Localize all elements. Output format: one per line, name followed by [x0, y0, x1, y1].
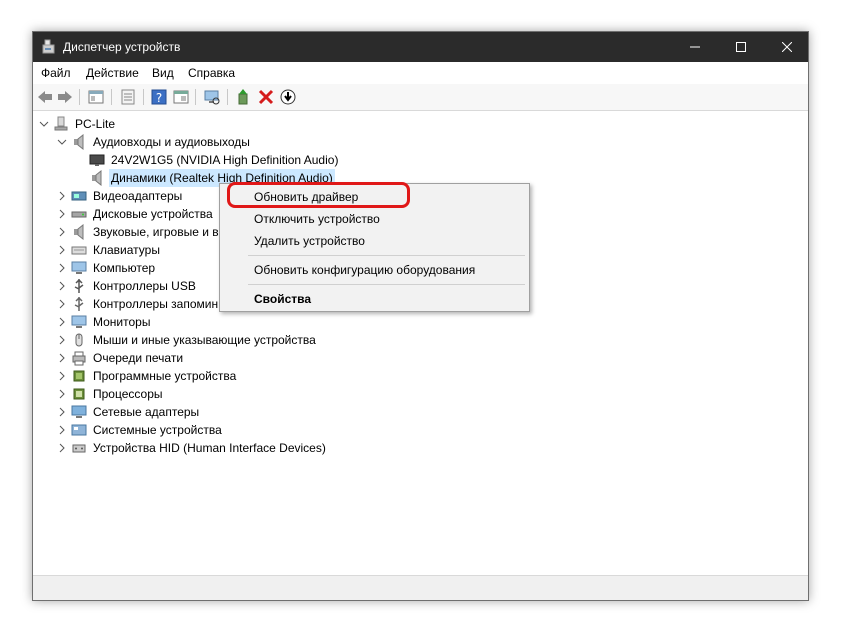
chevron-right-icon[interactable]	[57, 223, 67, 241]
device-manager-window: Диспетчер устройств Файл Действие Вид Сп…	[32, 31, 809, 601]
system-device-icon	[71, 424, 87, 436]
help-icon[interactable]: ?	[150, 88, 168, 106]
audio-io-icon	[74, 134, 84, 150]
toolbar: ?	[33, 84, 808, 111]
tree-category-label: Сетевые адаптеры	[93, 405, 200, 419]
chevron-right-icon[interactable]	[57, 421, 67, 439]
speaker-icon	[92, 170, 102, 186]
menu-view[interactable]: Вид	[152, 66, 174, 80]
update-driver-highlight	[227, 182, 410, 208]
tree-category-label: Дисковые устройства	[93, 207, 213, 221]
chevron-right-icon[interactable]	[57, 205, 67, 223]
chevron-right-icon[interactable]	[57, 331, 67, 349]
context-separator	[248, 255, 525, 256]
chevron-right-icon[interactable]	[57, 367, 67, 385]
tree-category-label: Контроллеры USB	[93, 279, 196, 293]
hid-icon	[72, 444, 86, 453]
device-manager-icon	[42, 39, 55, 54]
toolbar-separator	[79, 89, 80, 105]
context-uninstall-device[interactable]: Удалить устройство	[254, 231, 365, 251]
uninstall-x-icon[interactable]	[257, 88, 275, 106]
tree-root-label: PC-Lite	[75, 117, 116, 131]
chevron-right-icon[interactable]	[57, 187, 67, 205]
mouse-icon	[75, 333, 83, 347]
chevron-right-icon[interactable]	[57, 313, 67, 331]
software-device-icon	[73, 370, 85, 382]
chevron-down-icon[interactable]	[39, 115, 49, 133]
usb-icon	[74, 278, 84, 293]
print-queue-icon	[72, 351, 86, 366]
context-scan-hardware[interactable]: Обновить конфигурацию оборудования	[254, 260, 475, 280]
tree-category-label: Аудиовходы и аудиовыходы	[93, 135, 250, 149]
svg-text:?: ?	[156, 91, 162, 105]
tree-category-label: Клавиатуры	[93, 243, 160, 257]
menu-file[interactable]: Файл	[41, 66, 71, 80]
update-driver-icon[interactable]	[235, 88, 253, 106]
context-disable-device[interactable]: Отключить устройство	[254, 209, 380, 229]
tree-category-label: Звуковые, игровые и в	[93, 225, 219, 239]
tree-category-label: Компьютер	[93, 261, 156, 275]
processor-icon	[73, 388, 85, 400]
enable-device-icon[interactable]	[279, 88, 297, 106]
disk-drive-icon	[71, 211, 87, 218]
tree-category-label: Процессоры	[93, 387, 163, 401]
sound-icon	[74, 224, 84, 240]
chevron-down-icon[interactable]	[57, 133, 67, 151]
tree-device-label: 24V2W1G5 (NVIDIA High Definition Audio)	[111, 153, 339, 167]
show-hide-console-icon[interactable]	[87, 88, 105, 106]
device-tree: PC-Lite Аудиовходы и аудиовыходы 24V2W1G…	[33, 111, 808, 576]
menu-bar: Файл Действие Вид Справка	[33, 62, 808, 84]
maximize-icon	[736, 42, 746, 52]
properties-sheet-icon[interactable]	[119, 88, 137, 106]
chevron-right-icon[interactable]	[57, 349, 67, 367]
close-icon	[781, 41, 793, 53]
scan-hardware-icon[interactable]	[203, 88, 221, 106]
chevron-right-icon[interactable]	[57, 403, 67, 421]
chevron-right-icon[interactable]	[57, 241, 67, 259]
chevron-right-icon[interactable]	[57, 439, 67, 457]
toolbar-separator	[227, 89, 228, 105]
minimize-button[interactable]	[672, 32, 718, 62]
tree-category-label: Системные устройства	[93, 423, 222, 437]
menu-action[interactable]: Действие	[86, 66, 139, 80]
tree-category-label: Мониторы	[93, 315, 151, 329]
chevron-right-icon[interactable]	[57, 277, 67, 295]
view-window-icon[interactable]	[172, 88, 190, 106]
status-bar	[33, 575, 808, 600]
window-title: Диспетчер устройств	[63, 40, 181, 54]
title-bar: Диспетчер устройств	[33, 32, 808, 62]
chevron-right-icon[interactable]	[57, 295, 67, 313]
back-arrow-icon[interactable]	[36, 88, 54, 106]
network-adapter-icon	[71, 405, 87, 418]
tree-category-label: Устройства HID (Human Interface Devices)	[93, 441, 326, 455]
minimize-icon	[690, 46, 700, 48]
tree-category-label: Контроллеры запомин	[93, 297, 219, 311]
keyboard-icon	[71, 246, 87, 255]
forward-arrow-icon[interactable]	[56, 88, 74, 106]
display-adapter-icon	[71, 191, 87, 201]
tree-category-label: Видеоадаптеры	[93, 189, 183, 203]
tree-category-label: Очереди печати	[93, 351, 184, 365]
close-button[interactable]	[764, 32, 810, 62]
computer-icon	[71, 261, 87, 274]
chevron-right-icon[interactable]	[57, 385, 67, 403]
storage-controller-icon	[74, 296, 84, 311]
menu-help[interactable]: Справка	[188, 66, 235, 80]
monitor-audio-icon	[89, 154, 105, 166]
computer-icon	[54, 116, 68, 131]
monitor-icon	[71, 315, 87, 328]
maximize-button[interactable]	[718, 32, 764, 62]
context-separator	[248, 284, 525, 285]
toolbar-separator	[195, 89, 196, 105]
toolbar-separator	[143, 89, 144, 105]
chevron-right-icon[interactable]	[57, 259, 67, 277]
context-properties[interactable]: Свойства	[254, 289, 311, 309]
toolbar-separator	[111, 89, 112, 105]
tree-category-label: Мыши и иные указывающие устройства	[93, 333, 316, 347]
tree-category-label: Программные устройства	[93, 369, 237, 383]
